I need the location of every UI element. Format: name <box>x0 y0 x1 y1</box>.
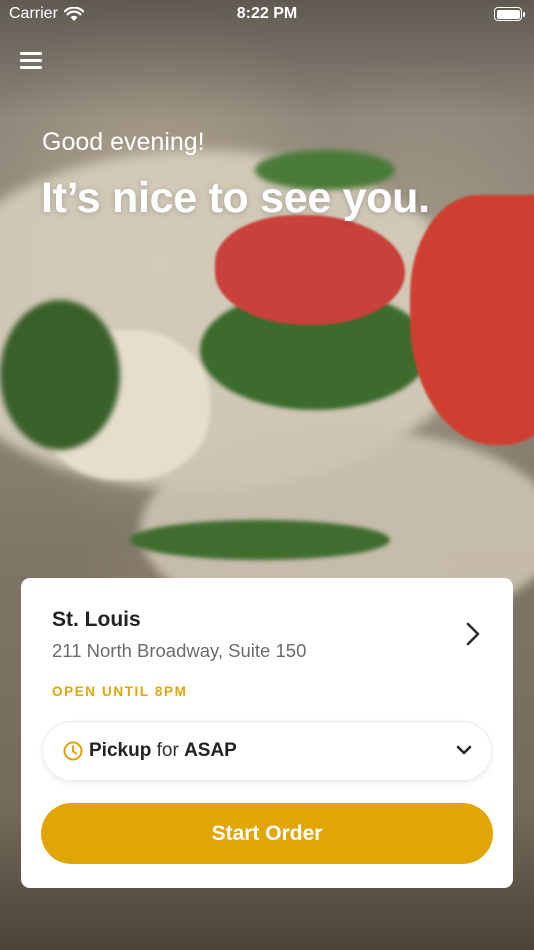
pickup-summary: Pickup for ASAP <box>89 740 237 762</box>
clock-time: 8:22 PM <box>236 5 298 22</box>
order-card: St. Louis 211 North Broadway, Suite 150 … <box>21 578 513 888</box>
store-hours: OPEN UNTIL 8PM <box>52 684 188 699</box>
chevron-down-icon <box>456 745 472 755</box>
order-method: Pickup <box>89 740 152 761</box>
location-address: 211 North Broadway, Suite 150 <box>52 640 307 661</box>
hamburger-menu-icon[interactable] <box>20 50 42 70</box>
chevron-right-icon <box>466 622 480 646</box>
battery-icon <box>494 7 525 21</box>
greeting-text: Good evening! <box>42 128 205 156</box>
location-selector[interactable]: St. Louis 211 North Broadway, Suite 150 <box>21 578 513 678</box>
order-time: ASAP <box>184 740 237 761</box>
pickup-time-selector[interactable]: Pickup for ASAP <box>42 721 492 781</box>
start-order-button[interactable]: Start Order <box>41 803 493 864</box>
welcome-headline: It’s nice to see you. <box>41 174 430 222</box>
clock-icon <box>63 741 83 761</box>
order-connector: for <box>156 740 179 761</box>
status-bar: Carrier 8:22 PM <box>0 0 534 30</box>
location-name: St. Louis <box>52 608 141 631</box>
